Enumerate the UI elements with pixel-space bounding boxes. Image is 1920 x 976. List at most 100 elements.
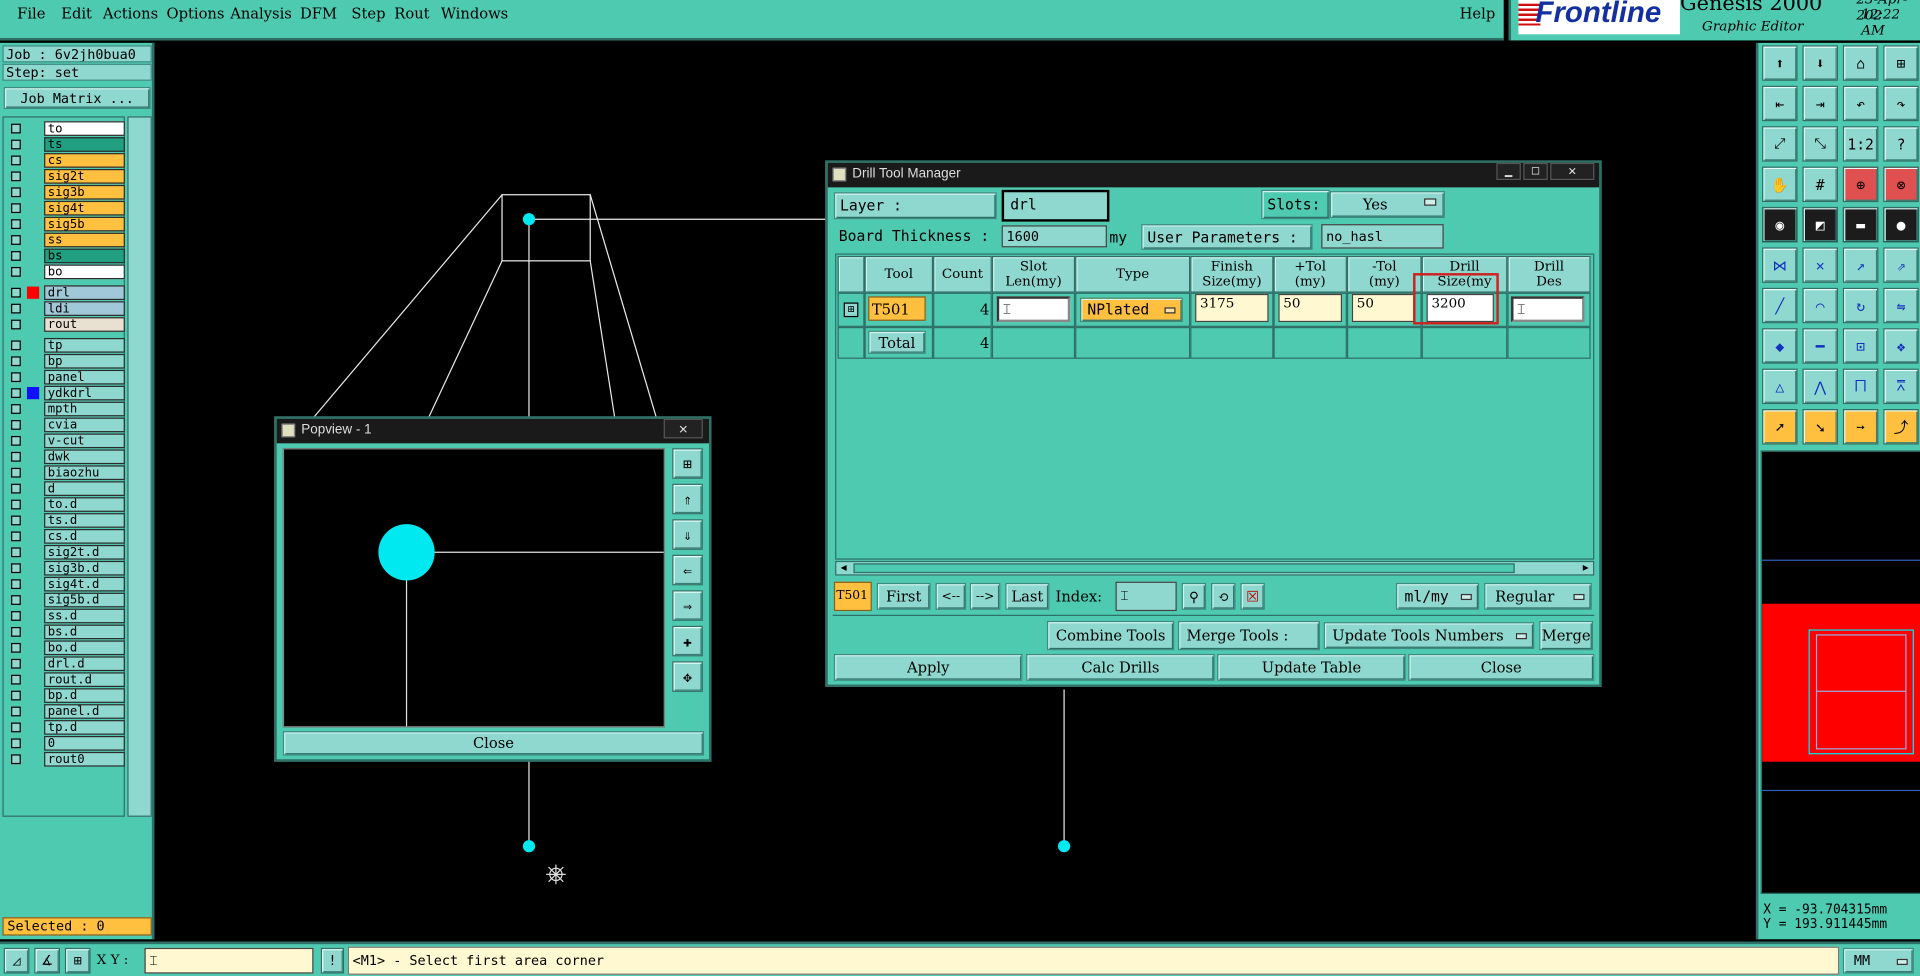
layer-row-ydkdrl[interactable]: ydkdrl — [7, 385, 125, 401]
popview-close-icon[interactable]: ✕ — [663, 418, 703, 439]
layer-checkbox[interactable] — [11, 690, 21, 701]
dash-icon[interactable]: ━ — [1802, 328, 1838, 364]
redo-icon[interactable]: ↷ — [1883, 85, 1919, 122]
route-icon[interactable]: ⤴ — [1883, 409, 1919, 445]
layer-scrollbar[interactable] — [127, 116, 152, 817]
layer-checkbox[interactable] — [11, 404, 21, 414]
popview-canvas[interactable] — [282, 448, 665, 728]
arc-icon[interactable]: ⌒ — [1802, 287, 1838, 324]
layer-name[interactable]: rout.d — [44, 672, 125, 688]
layer-name[interactable]: cvia — [44, 417, 125, 433]
pad-icon[interactable]: ● — [1883, 206, 1919, 243]
layer-checkbox[interactable] — [11, 235, 21, 245]
pan-icon[interactable]: ✋ — [1762, 166, 1798, 203]
layer-name[interactable]: tp.d — [44, 720, 125, 735]
layer-name[interactable]: bo.d — [44, 640, 125, 656]
camera-icon[interactable]: ◉ — [1762, 206, 1798, 243]
layer-checkbox[interactable] — [11, 266, 21, 277]
next-button[interactable]: --> — [969, 582, 1001, 610]
layer-name[interactable]: tp — [44, 337, 125, 353]
layer-name[interactable]: rout0 — [44, 751, 125, 767]
layer-name[interactable]: bp.d — [44, 688, 125, 703]
layer-row-bp.d[interactable]: bp.d — [7, 688, 125, 703]
select-icon[interactable]: ◩ — [1802, 206, 1838, 243]
layer-name[interactable]: sig3b — [44, 184, 125, 200]
layer-name[interactable]: drl — [44, 285, 125, 301]
layer-name[interactable]: bs — [44, 248, 125, 264]
menu-step[interactable]: Step — [351, 5, 385, 22]
layer-checkbox[interactable] — [11, 754, 21, 765]
layer-checkbox[interactable] — [11, 187, 21, 198]
netlist-icon[interactable]: ⊗ — [1883, 166, 1919, 203]
layer-checkbox[interactable] — [11, 547, 21, 558]
layer-checkbox[interactable] — [11, 319, 21, 330]
layer-checkbox[interactable] — [11, 467, 21, 478]
popview-pan-down-icon[interactable]: ⇓ — [672, 519, 703, 550]
layer-name[interactable]: bp — [44, 353, 125, 369]
dtm-titlebar[interactable]: Drill Tool Manager ▁ □ ✕ — [827, 162, 1600, 188]
layer-row-bo[interactable]: bo — [7, 264, 125, 280]
menu-analysis[interactable]: Analysis — [230, 5, 292, 22]
xy-input[interactable]: ⌶ — [144, 947, 314, 974]
layer-checkbox[interactable] — [11, 499, 21, 510]
snap-icon[interactable]: ⊕ — [1842, 166, 1879, 203]
layer-row-bs.d[interactable]: bs.d — [7, 624, 125, 640]
layer-row-sig5b.d[interactable]: sig5b.d — [7, 592, 125, 608]
layer-row-ss[interactable]: ss — [7, 232, 125, 248]
help-icon[interactable]: ? — [1883, 126, 1919, 162]
move-icon[interactable]: ↗ — [1842, 247, 1879, 283]
table-row[interactable]: ⊞ T501 4 ⌶ NPlated 3175 50 50 3200 ⌶ — [837, 273, 1592, 327]
layer-checkbox[interactable] — [11, 658, 21, 669]
scroll-left-icon[interactable]: ◀ — [836, 562, 851, 574]
layer-row-bp[interactable]: bp — [7, 353, 125, 369]
layer-row-v-cut[interactable]: v-cut — [7, 433, 125, 449]
layer-name[interactable]: to — [44, 121, 125, 136]
layer-checkbox[interactable] — [11, 595, 21, 605]
index-field[interactable]: ⌶ — [1115, 581, 1177, 612]
layer-checkbox[interactable] — [11, 626, 21, 637]
layer-row-mpth[interactable]: mpth — [7, 401, 125, 417]
group-icon[interactable]: ❖ — [1883, 328, 1919, 364]
update-table-button[interactable]: Update Table — [1217, 653, 1406, 681]
popview-pan-up-icon[interactable]: ⇑ — [672, 483, 703, 515]
layer-name[interactable]: sig5b — [44, 216, 125, 232]
open-icon[interactable]: ⬆ — [1762, 45, 1798, 81]
layer-name[interactable]: sig2t — [44, 168, 125, 184]
layer-checkbox[interactable] — [11, 340, 21, 351]
layer-checkbox[interactable] — [11, 219, 21, 230]
popview-pan-right-icon[interactable]: ⇒ — [672, 590, 703, 621]
dtm-minimize-icon[interactable]: ▁ — [1496, 162, 1521, 181]
layer-row-drl.d[interactable]: drl.d — [7, 656, 125, 672]
board-thickness-field[interactable]: 1600 — [1001, 225, 1107, 248]
layer-row-d[interactable]: d — [7, 481, 125, 496]
window-icon[interactable]: ⊞ — [1883, 45, 1919, 81]
layer-checkbox[interactable] — [11, 420, 21, 430]
layer-row-rout[interactable]: rout — [7, 317, 125, 332]
node-icon[interactable]: ◆ — [1762, 328, 1798, 364]
user-parameters-field[interactable]: no_hasl — [1321, 224, 1444, 249]
layer-checkbox[interactable] — [11, 251, 21, 261]
layer-row-sig4t[interactable]: sig4t — [7, 200, 125, 216]
layer-checkbox[interactable] — [11, 674, 21, 685]
layer-row-sig3b.d[interactable]: sig3b.d — [7, 560, 125, 576]
layer-name[interactable]: bo — [44, 264, 125, 280]
layer-checkbox[interactable] — [11, 287, 21, 298]
layer-row-sig4t.d[interactable]: sig4t.d — [7, 576, 125, 592]
layer-name[interactable]: ts.d — [44, 513, 125, 528]
layer-checkbox[interactable] — [11, 706, 21, 717]
menu-options[interactable]: Options — [167, 5, 225, 22]
job-matrix-button[interactable]: Job Matrix ... — [3, 86, 151, 109]
line-icon[interactable]: ╱ — [1762, 287, 1798, 324]
snap-icon[interactable]: ◿ — [3, 947, 30, 974]
layer-name[interactable]: bs.d — [44, 624, 125, 640]
layer-checkbox[interactable] — [11, 139, 21, 150]
layer-name[interactable]: ss.d — [44, 608, 125, 624]
mirror-icon[interactable]: ⇋ — [1883, 287, 1919, 324]
layer-checkbox[interactable] — [11, 579, 21, 590]
layer-name[interactable]: ldi — [44, 301, 125, 316]
layer-row-sig3b[interactable]: sig3b — [7, 184, 125, 200]
layer-row-rout0[interactable]: rout0 — [7, 751, 125, 767]
layer-row-cs.d[interactable]: cs.d — [7, 529, 125, 544]
next-view-icon[interactable]: ⇥ — [1802, 85, 1838, 122]
fit-icon[interactable]: ⤢ — [1762, 126, 1798, 162]
